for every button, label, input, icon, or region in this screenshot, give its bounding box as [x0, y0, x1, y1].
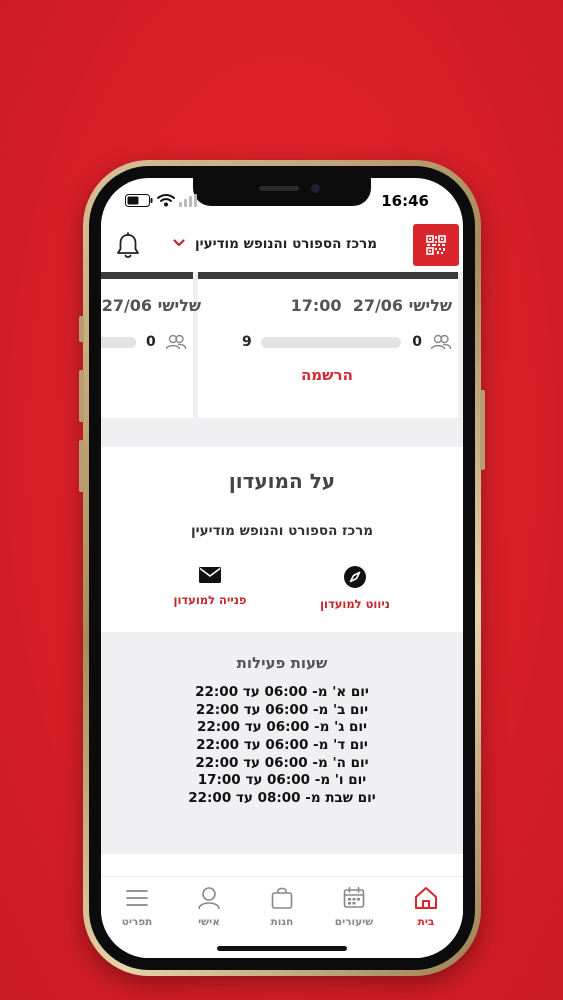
hours-row: יום ב' מ- 06:00 עד 22:00: [195, 701, 369, 718]
registered-count: 0: [146, 334, 156, 350]
register-button[interactable]: הרשמה: [301, 366, 353, 384]
class-card[interactable]: שלישי 27/06 17:00 0 9 הרשמה: [198, 272, 458, 418]
participants-icon: [430, 334, 452, 350]
bag-icon: [271, 887, 293, 909]
envelope-icon: [199, 567, 221, 583]
calendar-icon: [343, 886, 365, 908]
hours-row: יום ד' מ- 06:00 עד 22:00: [196, 737, 368, 754]
hours-row: יום ו' מ- 06:00 עד 17:00: [197, 772, 367, 789]
card-top-bar: [198, 272, 458, 279]
capacity-bar: [101, 337, 136, 348]
tab-menu[interactable]: תפריט: [107, 885, 167, 928]
class-card[interactable]: שלישי 27/06 0: [101, 272, 201, 418]
tab-home[interactable]: בית: [396, 885, 456, 928]
about-section: על המועדון מרכז הספורט והנופש מודיעין ני…: [101, 447, 463, 632]
tab-home-label: בית: [417, 916, 435, 928]
speaker: [259, 186, 299, 191]
battery-icon: [125, 194, 153, 207]
user-icon: [198, 887, 220, 910]
content-bottom: [101, 854, 463, 877]
phone-screen: 16:46 מרכז הספורט והנופש מודיעין שלישי 2…: [101, 178, 463, 958]
capacity-count: 9: [242, 334, 252, 350]
opening-hours: שעות פעילות יום א' מ- 06:00 עד 22:00 יום…: [101, 632, 463, 854]
class-day-date: שלישי 27/06: [101, 296, 201, 315]
app-header: מרכז הספורט והנופש מודיעין: [101, 224, 463, 276]
home-indicator[interactable]: [217, 946, 347, 951]
tab-shop[interactable]: חנות: [252, 885, 312, 928]
registered-count: 0: [412, 334, 422, 350]
main-content[interactable]: שלישי 27/06 17:00 0 9 הרשמה שלישי 27/06: [101, 272, 463, 877]
tab-classes[interactable]: שיעורים: [324, 885, 384, 928]
hours-row: יום ג' מ- 06:00 עד 22:00: [197, 719, 367, 736]
navigate-button[interactable]: ניווט למועדון: [300, 565, 410, 611]
tab-shop-label: חנות: [270, 916, 294, 928]
status-time: 16:46: [381, 192, 429, 210]
tab-personal-label: אישי: [198, 916, 220, 928]
power-button: [480, 390, 485, 470]
hours-row: יום ה' מ- 06:00 עד 22:00: [195, 754, 369, 771]
notch: [193, 178, 371, 206]
qr-code-icon: [426, 235, 446, 255]
mute-switch: [79, 316, 84, 342]
club-selector-title[interactable]: מרכז הספורט והנופש מודיעין: [195, 236, 377, 252]
signal-icon: [179, 194, 197, 207]
volume-down-button: [79, 440, 84, 492]
class-time: 17:00: [290, 296, 342, 315]
hours-row: יום שבת מ- 08:00 עד 22:00: [188, 790, 376, 807]
qr-code-button[interactable]: [413, 224, 459, 266]
wifi-icon: [157, 194, 175, 207]
contact-label: פנייה למועדון: [173, 593, 247, 607]
class-day-date: שלישי 27/06: [352, 296, 452, 315]
hours-row: יום א' מ- 06:00 עד 22:00: [195, 684, 369, 700]
hours-title: שעות פעילות: [236, 654, 328, 672]
about-title: על המועדון: [228, 469, 336, 493]
tab-personal[interactable]: אישי: [179, 885, 239, 928]
volume-up-button: [79, 370, 84, 422]
tab-menu-label: תפריט: [121, 916, 153, 928]
card-top-bar: [101, 272, 193, 279]
class-date: שלישי 27/06 17:00: [291, 296, 452, 315]
about-club-name: מרכז הספורט והנופש מודיעין: [191, 523, 373, 539]
capacity-bar: [261, 337, 401, 348]
contact-button[interactable]: פנייה למועדון: [155, 565, 265, 607]
chevron-down-icon[interactable]: [173, 238, 185, 248]
participants-icon: [165, 334, 187, 350]
hours-list: יום א' מ- 06:00 עד 22:00 יום ב' מ- 06:00…: [101, 684, 463, 808]
menu-icon: [126, 890, 148, 906]
compass-icon: [344, 566, 366, 588]
bell-icon[interactable]: [115, 232, 141, 260]
home-icon: [415, 887, 437, 909]
tab-classes-label: שיעורים: [334, 916, 374, 928]
front-camera: [311, 184, 320, 193]
navigate-label: ניווט למועדון: [320, 597, 390, 611]
